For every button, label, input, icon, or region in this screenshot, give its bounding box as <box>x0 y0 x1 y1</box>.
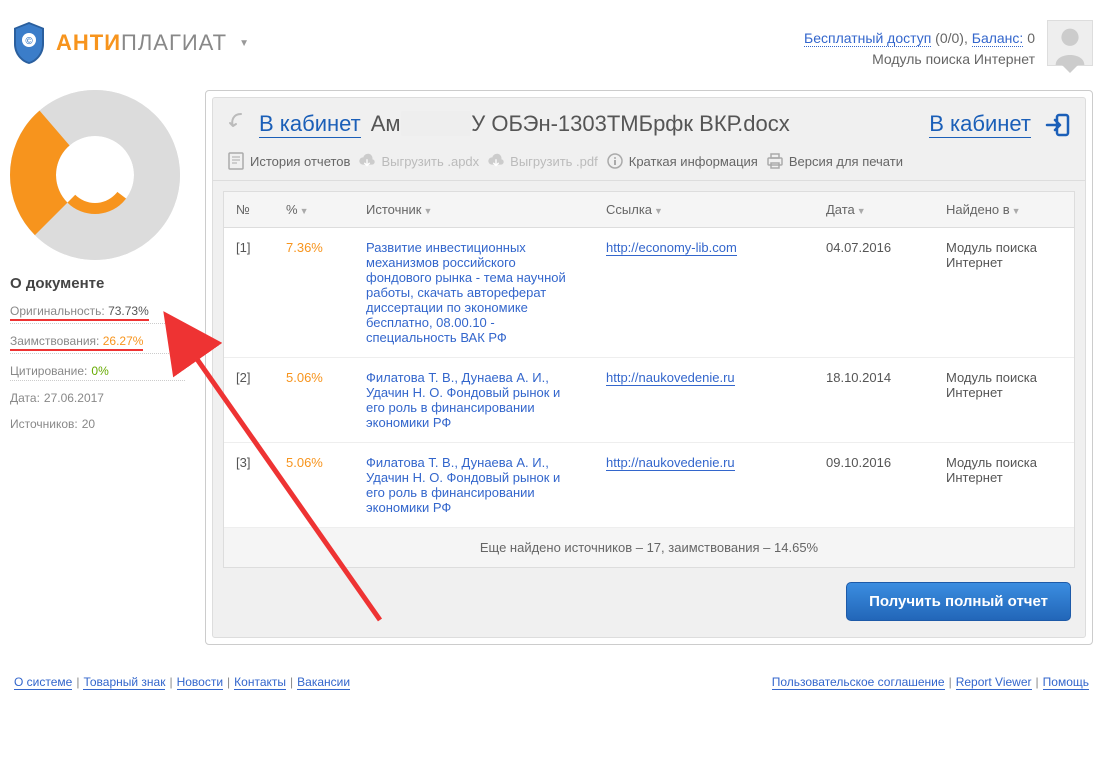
cell-pct: 5.06% <box>274 358 354 443</box>
header: © АНТИПЛАГИАТ ▼ Бесплатный доступ (0/0),… <box>0 0 1103 80</box>
cell-link: http://naukovedenie.ru <box>594 358 814 443</box>
footer-link[interactable]: О системе <box>14 675 72 690</box>
col-pct[interactable]: %▼ <box>274 192 354 228</box>
sidebar: О документе Оригинальность: 73.73% Заимс… <box>10 90 185 645</box>
table-row[interactable]: [2]5.06%Филатова Т. В., Дунаева А. И., У… <box>224 358 1074 443</box>
full-report-button[interactable]: Получить полный отчет <box>846 582 1071 621</box>
free-access-count: (0/0), <box>935 30 968 46</box>
main-panel: В кабинет АмXУ ОБЭн-1303ТМБрфк ВКР.docx … <box>205 90 1093 645</box>
cell-found: Модуль поиска Интернет <box>934 358 1074 443</box>
document-name: АмXУ ОБЭн-1303ТМБрфк ВКР.docx <box>371 111 920 137</box>
about-document-title: О документе <box>10 275 185 292</box>
export-apdx-button: Выгрузить .apdx <box>358 152 479 170</box>
module-text: Модуль поиска Интернет <box>872 51 1035 67</box>
cell-src: Филатова Т. В., Дунаева А. И., Удачин Н.… <box>354 443 594 528</box>
cell-num: [1] <box>224 228 274 358</box>
date-row: Дата: 27.06.2017 <box>10 391 185 407</box>
toolbar: История отчетов Выгрузить .apdx Выгрузит… <box>213 146 1085 181</box>
cell-link: http://naukovedenie.ru <box>594 443 814 528</box>
cell-found: Модуль поиска Интернет <box>934 443 1074 528</box>
col-src[interactable]: Источник▼ <box>354 192 594 228</box>
cabinet-link-right[interactable]: В кабинет <box>929 111 1031 138</box>
table-header-row: № %▼ Источник▼ Ссылка▼ Дата▼ Найдено в▼ <box>224 192 1074 228</box>
chevron-down-icon[interactable]: ▼ <box>239 38 249 49</box>
cell-pct: 5.06% <box>274 443 354 528</box>
cabinet-enter-icon[interactable] <box>1045 110 1071 137</box>
logo[interactable]: © АНТИПЛАГИАТ ▼ <box>10 20 249 66</box>
footer-link[interactable]: Report Viewer <box>956 675 1032 690</box>
sources-row: Источников: 20 <box>10 417 185 433</box>
source-link[interactable]: http://economy-lib.com <box>606 240 737 256</box>
info-icon <box>606 152 624 170</box>
content: О документе Оригинальность: 73.73% Заимс… <box>0 80 1103 655</box>
source-link[interactable]: http://naukovedenie.ru <box>606 370 735 386</box>
print-button[interactable]: Версия для печати <box>766 152 903 170</box>
action-bar: Получить полный отчет <box>213 568 1085 627</box>
source-link[interactable]: http://naukovedenie.ru <box>606 455 735 471</box>
footer-link[interactable]: Пользовательское соглашение <box>772 675 945 690</box>
col-date[interactable]: Дата▼ <box>814 192 934 228</box>
footer-right-links: Пользовательское соглашение|Report Viewe… <box>772 675 1089 689</box>
cell-src: Развитие инвестиционных механизмов росси… <box>354 228 594 358</box>
export-pdf-button: Выгрузить .pdf <box>487 152 598 170</box>
originality-row: Оригинальность: 73.73% <box>10 304 185 324</box>
cell-date: 09.10.2016 <box>814 443 934 528</box>
free-access-link[interactable]: Бесплатный доступ <box>804 30 931 47</box>
cell-found: Модуль поиска Интернет <box>934 228 1074 358</box>
col-num[interactable]: № <box>224 192 274 228</box>
footer-left-links: О системе|Товарный знак|Новости|Контакты… <box>14 675 350 689</box>
table-row[interactable]: [3]5.06%Филатова Т. В., Дунаева А. И., У… <box>224 443 1074 528</box>
col-found[interactable]: Найдено в▼ <box>934 192 1074 228</box>
cloud-download-icon <box>358 152 376 170</box>
col-link[interactable]: Ссылка▼ <box>594 192 814 228</box>
cell-link: http://economy-lib.com <box>594 228 814 358</box>
footer-link[interactable]: Контакты <box>234 675 286 690</box>
cell-num: [3] <box>224 443 274 528</box>
shield-icon: © <box>10 20 48 66</box>
avatar[interactable] <box>1047 20 1093 66</box>
table-row[interactable]: [1]7.36%Развитие инвестиционных механизм… <box>224 228 1074 358</box>
cell-date: 04.07.2016 <box>814 228 934 358</box>
balance-value: 0 <box>1027 30 1035 46</box>
logo-text: АНТИПЛАГИАТ <box>56 30 227 56</box>
footer: О системе|Товарный знак|Новости|Контакты… <box>0 655 1103 709</box>
cell-pct: 7.36% <box>274 228 354 358</box>
sources-table: № %▼ Источник▼ Ссылка▼ Дата▼ Найдено в▼ … <box>223 191 1075 568</box>
titlebar: В кабинет АмXУ ОБЭн-1303ТМБрфк ВКР.docx … <box>213 98 1085 146</box>
cell-date: 18.10.2014 <box>814 358 934 443</box>
cell-src: Филатова Т. В., Дунаева А. И., Удачин Н.… <box>354 358 594 443</box>
history-button[interactable]: История отчетов <box>227 152 350 170</box>
svg-text:©: © <box>25 36 33 47</box>
printer-icon <box>766 152 784 170</box>
footer-link[interactable]: Вакансии <box>297 675 350 690</box>
back-to-cabinet-link[interactable]: В кабинет <box>259 111 361 138</box>
brief-info-button[interactable]: Краткая информация <box>606 152 758 170</box>
cloud-download-icon <box>487 152 505 170</box>
footer-link[interactable]: Новости <box>177 675 223 690</box>
footer-link[interactable]: Товарный знак <box>83 675 165 690</box>
header-right: Бесплатный доступ (0/0), Баланс: 0 Модул… <box>804 20 1093 70</box>
cell-num: [2] <box>224 358 274 443</box>
plagiarism-row: Заимствования: 26.27% <box>10 334 185 354</box>
originality-donut-chart <box>10 90 180 260</box>
back-arrow-icon[interactable] <box>227 110 249 138</box>
balance-link[interactable]: Баланс: <box>972 30 1024 47</box>
footer-link[interactable]: Помощь <box>1043 675 1089 690</box>
citation-row: Цитирование: 0% <box>10 364 185 381</box>
document-icon <box>227 152 245 170</box>
more-sources-row: Еще найдено источников – 17, заимствован… <box>224 528 1074 567</box>
